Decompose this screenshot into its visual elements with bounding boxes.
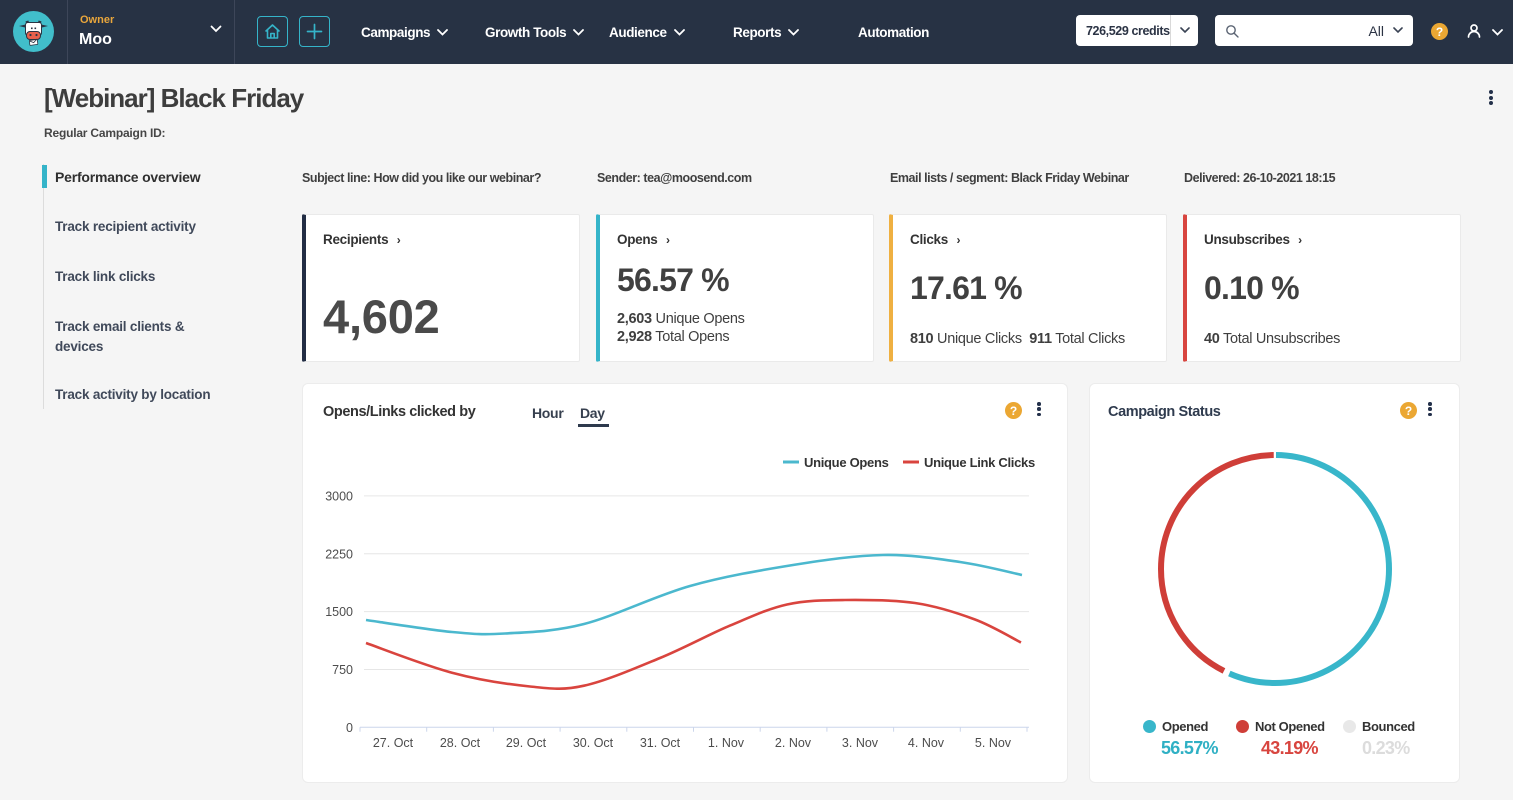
- svg-text:1. Nov: 1. Nov: [708, 736, 745, 750]
- svg-text:29. Oct: 29. Oct: [506, 736, 547, 750]
- svg-text:0: 0: [346, 721, 353, 735]
- svg-text:30. Oct: 30. Oct: [573, 736, 614, 750]
- svg-text:31. Oct: 31. Oct: [640, 736, 681, 750]
- svg-text:5. Nov: 5. Nov: [975, 736, 1012, 750]
- svg-text:3. Nov: 3. Nov: [842, 736, 879, 750]
- svg-text:Unique Opens: Unique Opens: [804, 455, 889, 470]
- svg-text:28. Oct: 28. Oct: [440, 736, 481, 750]
- svg-text:750: 750: [332, 663, 353, 677]
- svg-text:2. Nov: 2. Nov: [775, 736, 812, 750]
- svg-text:4. Nov: 4. Nov: [908, 736, 945, 750]
- svg-text:Unique Link Clicks: Unique Link Clicks: [924, 455, 1035, 470]
- svg-text:3000: 3000: [325, 489, 353, 503]
- svg-text:2250: 2250: [325, 547, 353, 561]
- svg-text:1500: 1500: [325, 605, 353, 619]
- svg-text:27. Oct: 27. Oct: [373, 736, 414, 750]
